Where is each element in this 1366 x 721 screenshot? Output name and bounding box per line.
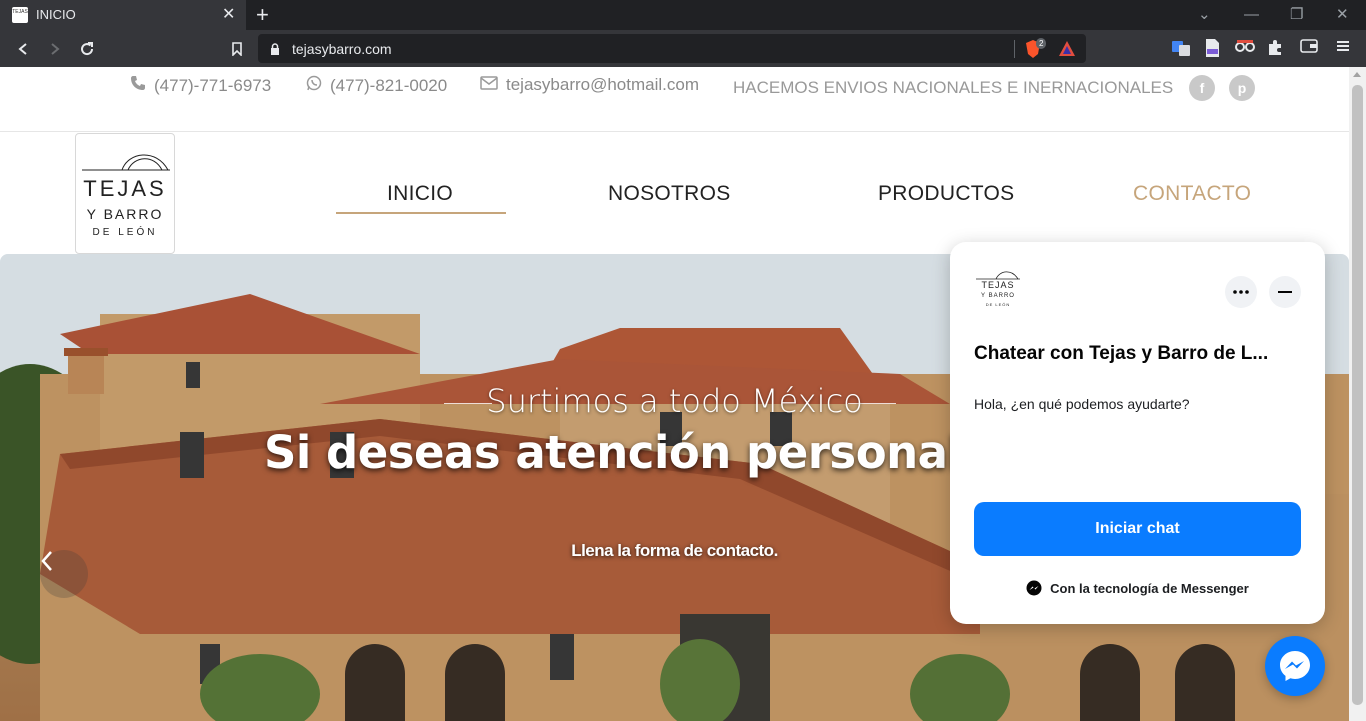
chevron-left-icon [41, 551, 52, 571]
new-tab-icon[interactable]: + [256, 3, 269, 27]
scroll-up-arrow-icon[interactable] [1353, 72, 1361, 77]
contact-info-bar: (477)-771-6973 (477)-821-0020 tejasybarr… [0, 67, 1349, 132]
pinterest-icon[interactable]: p [1229, 75, 1255, 101]
messenger-fab-button[interactable] [1265, 636, 1325, 696]
site-favicon-icon: TEJAS [12, 7, 28, 23]
envelope-icon [480, 75, 498, 95]
page-scrollbar[interactable] [1349, 67, 1366, 721]
roof-arch-icon [82, 154, 170, 171]
logo-line-1: TEJAS [83, 176, 167, 201]
chat-greeting: Hola, ¿en qué podemos ayudarte? [974, 396, 1190, 412]
wallet-icon[interactable] [1300, 39, 1318, 57]
messenger-powered-by: Con la tecnología de Messenger [950, 580, 1325, 596]
messenger-icon [1280, 651, 1310, 681]
browser-tab[interactable]: TEJAS INICIO ✕ [0, 0, 246, 30]
back-icon[interactable] [12, 38, 34, 60]
reload-icon[interactable] [76, 38, 98, 60]
restore-icon[interactable]: ❐ [1290, 5, 1303, 25]
shield-count-badge: 2 [1036, 38, 1047, 49]
favicon-text: TEJAS [12, 9, 28, 15]
pdf-extension-icon[interactable] [1204, 39, 1222, 57]
logo-line-2: Y BARRO [86, 206, 164, 222]
ellipsis-icon [1233, 290, 1249, 294]
whatsapp-number: (477)-821-0020 [330, 75, 448, 95]
phone-contact[interactable]: (477)-771-6973 [130, 75, 271, 96]
scrollbar-thumb[interactable] [1352, 85, 1363, 705]
slider-prev-button[interactable] [40, 550, 88, 598]
menu-icon[interactable] [1336, 39, 1354, 57]
tab-title: INICIO [36, 7, 76, 22]
messenger-chat-widget: TEJAS Y BARRO DE LEÓN Chatear con Tejas … [950, 242, 1325, 624]
browser-toolbar: tejasybarro.com 2 [0, 30, 1366, 67]
url-divider [1014, 40, 1015, 58]
nav-productos[interactable]: PRODUCTOS [878, 182, 1015, 206]
address-bar[interactable]: tejasybarro.com 2 [258, 34, 1086, 63]
logo-line-3: DE LEÓN [92, 227, 158, 238]
translate-extension-icon[interactable] [1172, 39, 1190, 57]
chat-logo-line-1: TEJAS [981, 280, 1015, 290]
phone-number: (477)-771-6973 [154, 75, 272, 95]
facebook-icon[interactable]: f [1189, 75, 1215, 101]
email-address: tejasybarro@hotmail.com [506, 75, 699, 94]
web-page: (477)-771-6973 (477)-821-0020 tejasybarr… [0, 67, 1349, 721]
lock-icon [270, 42, 280, 60]
brave-rewards-icon[interactable] [1058, 40, 1076, 62]
browser-tab-bar: TEJAS INICIO ✕ + ⌄ — ❐ ✕ [0, 0, 1366, 30]
window-close-icon[interactable]: ✕ [1336, 5, 1349, 25]
powered-by-text: Con la tecnología de Messenger [1050, 580, 1249, 596]
nav-contacto[interactable]: CONTACTO [1133, 182, 1251, 206]
site-logo[interactable]: TEJAS Y BARRO DE LEÓN [75, 133, 175, 254]
active-nav-underline [336, 212, 506, 214]
mini-roof-icon [976, 271, 1020, 280]
chat-minimize-button[interactable] [1269, 276, 1301, 308]
nav-nosotros[interactable]: NOSOTROS [608, 182, 731, 206]
extensions-puzzle-icon[interactable] [1267, 39, 1285, 57]
nav-inicio[interactable]: INICIO [387, 182, 453, 206]
chat-logo-line-3: DE LEÓN [985, 302, 1011, 307]
email-contact[interactable]: tejasybarro@hotmail.com [480, 75, 699, 95]
phone-icon [130, 75, 146, 96]
whatsapp-contact[interactable]: (477)-821-0020 [306, 75, 447, 96]
close-tab-icon[interactable]: ✕ [222, 5, 235, 25]
chat-logo-line-2: Y BARRO [981, 293, 1015, 299]
url-text: tejasybarro.com [292, 41, 392, 57]
chat-page-logo: TEJAS Y BARRO DE LEÓN [974, 266, 1022, 314]
pinterest-glyph: p [1237, 80, 1247, 96]
tab-search-icon[interactable]: ⌄ [1198, 5, 1211, 25]
chat-more-options-button[interactable] [1225, 276, 1257, 308]
messenger-small-icon [1026, 580, 1042, 596]
whatsapp-icon [306, 75, 322, 96]
bookmark-icon[interactable] [226, 38, 248, 60]
start-chat-button[interactable]: Iniciar chat [974, 502, 1301, 556]
chat-title: Chatear con Tejas y Barro de L... [974, 343, 1269, 364]
facebook-glyph: f [1199, 80, 1205, 96]
shipping-notice: HACEMOS ENVIOS NACIONALES E INERNACIONAL… [733, 78, 1174, 97]
minimize-dash-icon [1278, 291, 1292, 293]
minimize-icon[interactable]: — [1244, 5, 1259, 25]
glasses-extension-icon[interactable] [1235, 39, 1255, 57]
forward-icon[interactable] [44, 38, 66, 60]
